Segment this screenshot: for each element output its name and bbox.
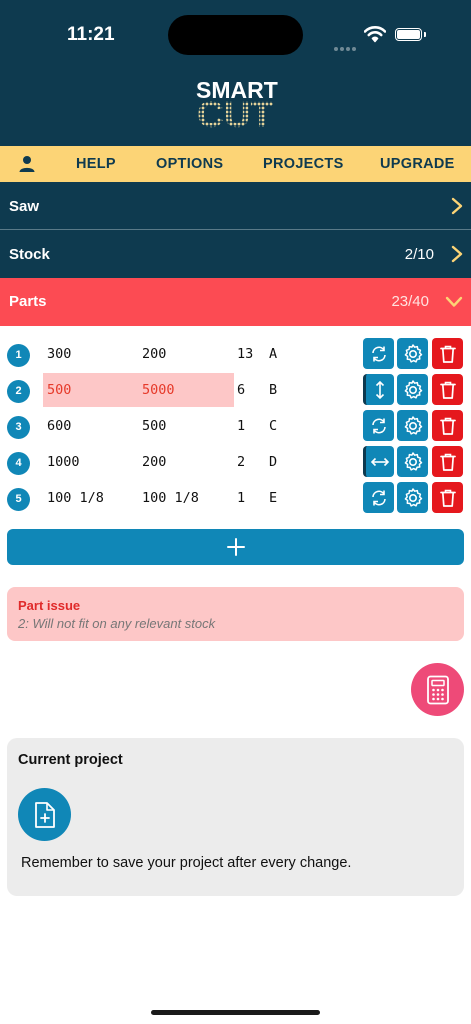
part-issue-alert: Part issue 2: Will not fit on any releva… [7, 587, 464, 641]
chevron-right-icon [451, 197, 463, 215]
project-title: Current project [18, 752, 123, 768]
calculator-icon [426, 675, 449, 704]
parts-label: Parts [9, 293, 47, 310]
gear-icon [404, 343, 422, 363]
settings-button[interactable] [397, 338, 428, 369]
battery-icon [395, 28, 422, 41]
delete-button[interactable] [432, 446, 463, 477]
top-nav: HELP OPTIONS PROJECTS UPGRADE [0, 146, 471, 182]
part-length[interactable]: 100 1/8 [47, 490, 104, 506]
dynamic-island [168, 15, 303, 55]
stock-label: Stock [9, 246, 50, 263]
part-name[interactable]: A [269, 346, 277, 362]
part-quantity[interactable]: 1 [237, 418, 245, 434]
nav-help[interactable]: HELP [76, 146, 116, 182]
parts-count: 23/40 [391, 293, 429, 310]
saw-label: Saw [9, 198, 40, 215]
new-project-button[interactable] [18, 788, 71, 841]
delete-button[interactable] [432, 410, 463, 441]
new-file-icon [34, 801, 55, 828]
part-width[interactable]: 200 [142, 346, 166, 362]
stock-section[interactable]: Stock 2/10 [0, 230, 471, 278]
part-length[interactable]: 300 [47, 346, 71, 362]
rotate-button[interactable] [363, 410, 394, 441]
part-quantity[interactable]: 2 [237, 454, 245, 470]
delete-button[interactable] [432, 374, 463, 405]
settings-button[interactable] [397, 374, 428, 405]
part-row: 2 500 5000 6 B [0, 373, 471, 409]
gear-icon [404, 487, 422, 507]
part-width[interactable]: 200 [142, 454, 166, 470]
part-index: 5 [7, 488, 30, 511]
part-length[interactable]: 500 [47, 382, 71, 398]
nav-projects[interactable]: PROJECTS [263, 146, 344, 182]
rotate-button[interactable] [363, 482, 394, 513]
part-index: 2 [7, 380, 30, 403]
part-index: 1 [7, 344, 30, 367]
settings-button[interactable] [397, 446, 428, 477]
delete-button[interactable] [432, 338, 463, 369]
wifi-icon [364, 26, 386, 43]
part-width[interactable]: 100 1/8 [142, 490, 199, 506]
chevron-right-icon [451, 245, 463, 263]
rotate-icon [371, 418, 386, 433]
logo-cut: CUT [197, 94, 274, 135]
parts-section[interactable]: Parts 23/40 [0, 278, 471, 326]
nav-upgrade[interactable]: UPGRADE [380, 146, 455, 182]
user-icon[interactable] [18, 155, 36, 173]
part-index: 3 [7, 416, 30, 439]
add-part-button[interactable] [7, 529, 464, 565]
part-row: 4 1000 200 2 D [0, 445, 471, 481]
saw-section[interactable]: Saw [0, 182, 471, 229]
trash-icon [439, 453, 456, 471]
part-row: 5 100 1/8 100 1/8 1 E [0, 481, 471, 517]
issue-title: Part issue [18, 598, 81, 613]
part-name[interactable]: D [269, 454, 277, 470]
plus-icon [226, 538, 245, 556]
part-name[interactable]: E [269, 490, 277, 506]
trash-icon [439, 345, 456, 363]
project-message: Remember to save your project after ever… [21, 855, 352, 871]
nav-options[interactable]: OPTIONS [156, 146, 223, 182]
stock-count: 2/10 [404, 246, 434, 263]
part-index: 4 [7, 452, 30, 475]
chevron-down-icon [445, 296, 463, 307]
delete-button[interactable] [432, 482, 463, 513]
gear-icon [404, 415, 422, 435]
app-header: 11:21 SMART CUT [0, 0, 471, 146]
error-highlight [43, 373, 234, 407]
battery-tip [424, 32, 426, 37]
arrow-up-down-icon [375, 380, 385, 399]
grain-horizontal-button[interactable] [363, 446, 394, 477]
part-width[interactable]: 500 [142, 418, 166, 434]
part-row: 3 600 500 1 C [0, 409, 471, 445]
rotate-icon [371, 490, 386, 505]
part-quantity[interactable]: 13 [237, 346, 253, 362]
arrow-left-right-icon [370, 457, 390, 466]
settings-button[interactable] [397, 410, 428, 441]
home-indicator[interactable] [151, 1010, 320, 1015]
grain-vertical-button[interactable] [363, 374, 394, 405]
part-quantity[interactable]: 1 [237, 490, 245, 506]
trash-icon [439, 417, 456, 435]
calculate-button[interactable] [411, 663, 464, 716]
part-length[interactable]: 1000 [47, 454, 80, 470]
rotate-icon [371, 346, 386, 361]
part-width[interactable]: 5000 [142, 382, 175, 398]
settings-button[interactable] [397, 482, 428, 513]
gear-icon [404, 451, 422, 471]
current-project-card: Current project Remember to save your pr… [7, 738, 464, 896]
part-name[interactable]: B [269, 382, 277, 398]
trash-icon [439, 489, 456, 507]
part-length[interactable]: 600 [47, 418, 71, 434]
rotate-button[interactable] [363, 338, 394, 369]
issue-detail: 2: Will not fit on any relevant stock [18, 616, 216, 631]
gear-icon [404, 379, 422, 399]
status-time: 11:21 [67, 24, 115, 45]
part-row: 1 300 200 13 A [0, 337, 471, 373]
part-quantity[interactable]: 6 [237, 382, 245, 398]
trash-icon [439, 381, 456, 399]
cellular-signal-icon [334, 38, 358, 51]
part-name[interactable]: C [269, 418, 277, 434]
